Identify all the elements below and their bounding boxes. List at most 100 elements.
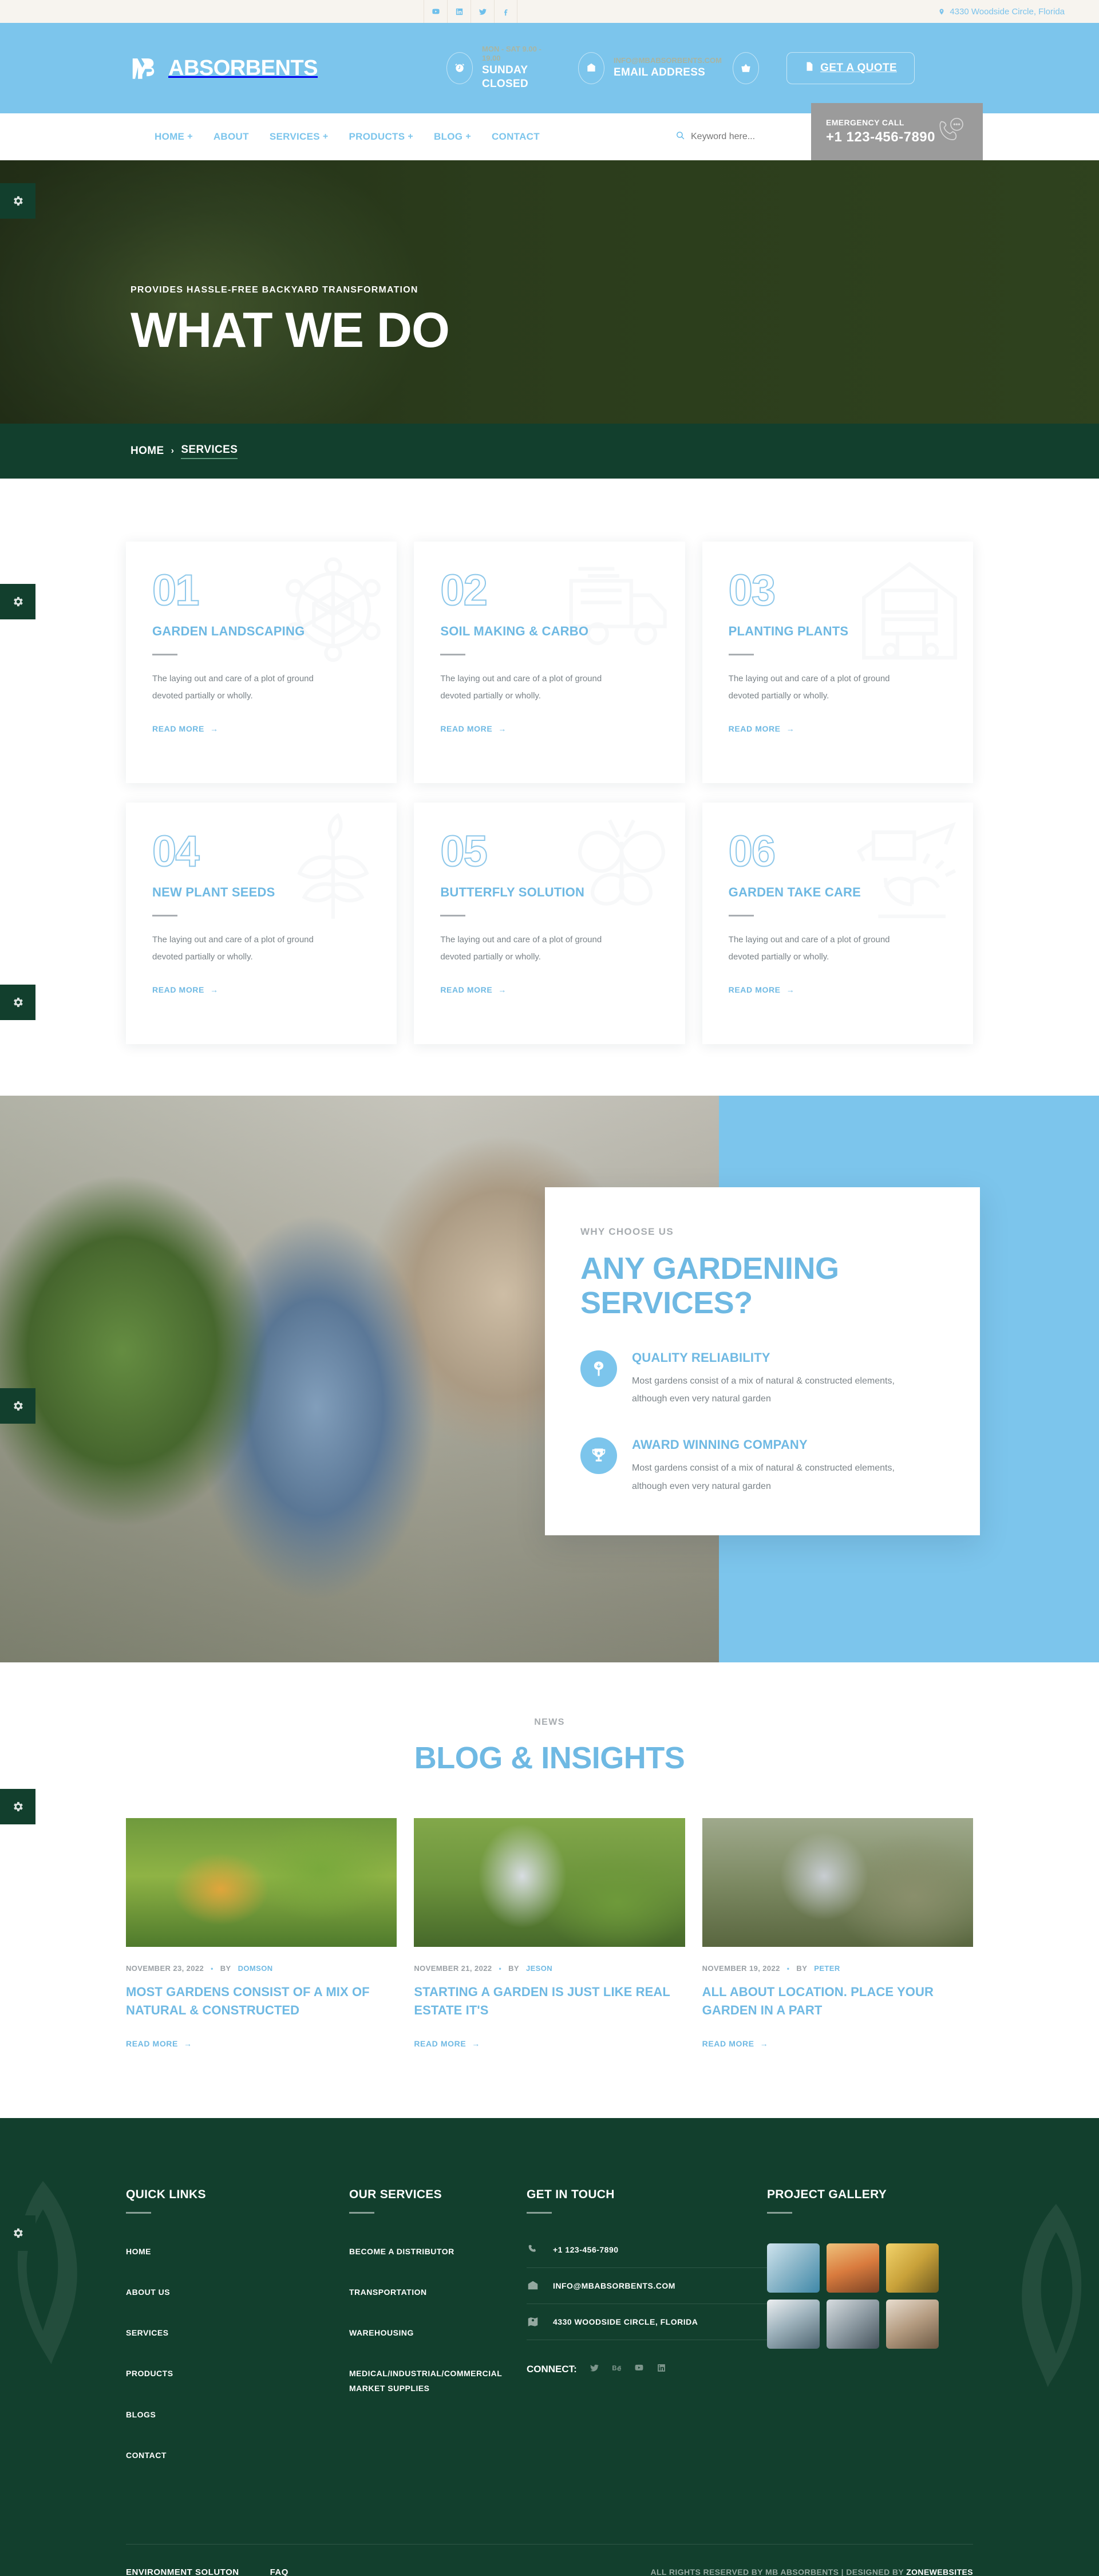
footer-bottom-link-faq[interactable]: FAQ: [270, 2567, 288, 2576]
footer-social-behance[interactable]: [612, 2363, 622, 2376]
service-card[interactable]: 03 PLANTING PLANTS The laying out and ca…: [702, 542, 973, 783]
why-choose-card: WHY CHOOSE US ANY GARDENING SERVICES? QU…: [545, 1187, 980, 1535]
nav-item-contact[interactable]: CONTACT: [492, 131, 540, 143]
social-facebook[interactable]: [494, 0, 517, 23]
get-a-quote-button[interactable]: GET A QUOTE: [786, 52, 915, 84]
footer-service-become-a-distributor[interactable]: BECOME A DISTRIBUTOR: [349, 2245, 527, 2259]
section-settings-button[interactable]: [0, 1789, 35, 1824]
service-card[interactable]: 04 NEW PLANT SEEDS The laying out and ca…: [126, 803, 397, 1044]
email-address-value: INFO@MBABSORBENTS.COM: [614, 56, 722, 65]
read-more-label: READ MORE: [728, 724, 781, 734]
logo-text: ABSORBENTS: [168, 56, 318, 80]
why-title: ANY GARDENING SERVICES?: [580, 1251, 839, 1321]
footer-social-youtube[interactable]: [634, 2363, 644, 2376]
read-more-link[interactable]: READ MORE →: [729, 985, 795, 994]
nav-item-services[interactable]: SERVICES +: [270, 131, 329, 143]
section-settings-button[interactable]: [0, 584, 35, 619]
read-more-link[interactable]: READ MORE →: [126, 2039, 192, 2048]
gallery-thumb[interactable]: [827, 2243, 879, 2293]
section-settings-button[interactable]: [0, 183, 35, 219]
section-settings-button[interactable]: [0, 2215, 35, 2251]
blog-author[interactable]: PETER: [814, 1964, 840, 1973]
read-more-link[interactable]: READ MORE →: [702, 2039, 769, 2048]
footer-link-home[interactable]: HOME: [126, 2245, 349, 2259]
footer-social-linkedin[interactable]: [657, 2363, 666, 2376]
blog-card[interactable]: NOVEMBER 23, 2022 • BY DOMSON MOST GARDE…: [126, 1818, 397, 2049]
gallery-thumb[interactable]: [767, 2243, 820, 2293]
get-a-quote-label: GET A QUOTE: [820, 62, 898, 74]
footer-link-blogs[interactable]: BLOGS: [126, 2408, 349, 2422]
logo[interactable]: ABSORBENTS: [131, 55, 318, 81]
blog-title[interactable]: MOST GARDENS CONSIST OF A MIX OF NATURAL…: [126, 1983, 397, 2020]
footer-service-market-supplies[interactable]: MEDICAL/INDUSTRIAL/COMMERCIAL MARKET SUP…: [349, 2366, 527, 2395]
blog-title[interactable]: ALL ABOUT LOCATION. PLACE YOUR GARDEN IN…: [702, 1983, 973, 2020]
service-title: BUTTERFLY SOLUTION: [440, 885, 585, 900]
section-settings-button[interactable]: [0, 985, 35, 1020]
breadcrumb-home[interactable]: HOME: [131, 445, 164, 457]
read-more-label: READ MORE: [440, 724, 493, 734]
gear-icon: [14, 2228, 23, 2238]
footer-service-warehousing[interactable]: WAREHOUSING: [349, 2326, 527, 2340]
footer-service-transportation[interactable]: TRANSPORTATION: [349, 2285, 527, 2300]
gallery-thumb[interactable]: [767, 2299, 820, 2349]
blog-title[interactable]: STARTING A GARDEN IS JUST LIKE REAL ESTA…: [414, 1983, 685, 2020]
topbar-address: 4330 Woodside Circle, Florida: [938, 0, 1065, 23]
social-youtube[interactable]: [424, 0, 447, 23]
nav-item-products[interactable]: PRODUCTS +: [349, 131, 413, 143]
blog-author[interactable]: JESON: [526, 1964, 552, 1973]
read-more-link[interactable]: READ MORE →: [440, 985, 507, 994]
section-settings-button[interactable]: [0, 1388, 35, 1424]
footer-social-twitter[interactable]: [590, 2363, 599, 2376]
nav-item-blog[interactable]: BLOG +: [434, 131, 471, 143]
blog-card[interactable]: NOVEMBER 19, 2022 • BY PETER ALL ABOUT L…: [702, 1818, 973, 2049]
footer-email-row[interactable]: INFO@MBABSORBENTS.COM: [527, 2268, 767, 2304]
divider: [440, 654, 466, 656]
blog-meta: NOVEMBER 19, 2022 • BY PETER: [702, 1964, 973, 1973]
header-cart[interactable]: [733, 52, 760, 84]
read-more-link[interactable]: READ MORE →: [729, 724, 795, 733]
why-choose-us-section: WHY CHOOSE US ANY GARDENING SERVICES? QU…: [0, 1096, 1099, 1662]
footer-link-about-us[interactable]: ABOUT US: [126, 2285, 349, 2300]
footer-heading: GET IN TOUCH: [527, 2187, 615, 2201]
location-pin-icon: [939, 9, 944, 14]
service-description: The laying out and care of a plot of gro…: [440, 674, 602, 701]
service-description: The laying out and care of a plot of gro…: [152, 935, 314, 962]
map-pin-icon: [528, 2317, 538, 2326]
read-more-label: READ MORE: [126, 2038, 178, 2048]
service-card[interactable]: 02 SOIL MAKING & CARBO The laying out an…: [414, 542, 685, 783]
footer-link-contact[interactable]: CONTACT: [126, 2448, 349, 2463]
read-more-link[interactable]: READ MORE →: [152, 724, 219, 733]
service-card[interactable]: 01 GARDEN LANDSCAPING The laying out and…: [126, 542, 397, 783]
divider: [728, 915, 754, 917]
logo-mark-icon: [131, 55, 165, 81]
blog-author[interactable]: DOMSON: [238, 1964, 273, 1973]
gallery-thumb[interactable]: [886, 2299, 939, 2349]
footer-bottom-link-environment[interactable]: ENVIRONMENT SOLUTON: [126, 2567, 239, 2576]
top-bar: 4330 Woodside Circle, Florida: [0, 0, 1099, 23]
blog-by-label: BY: [508, 1964, 519, 1973]
search-input[interactable]: [691, 132, 817, 142]
service-card[interactable]: 05 BUTTERFLY SOLUTION The laying out and…: [414, 803, 685, 1044]
social-twitter[interactable]: [471, 0, 494, 23]
footer-address-row[interactable]: 4330 WOODSIDE CIRCLE, FLORIDA: [527, 2304, 767, 2340]
read-more-link[interactable]: READ MORE →: [440, 724, 507, 733]
nav-item-about[interactable]: ABOUT: [214, 131, 249, 143]
nav-item-home[interactable]: HOME +: [155, 131, 193, 143]
blog-heading: BLOG & INSIGHTS: [414, 1741, 685, 1775]
gallery-thumb[interactable]: [827, 2299, 879, 2349]
service-card[interactable]: 06 GARDEN TAKE CARE The laying out and c…: [702, 803, 973, 1044]
footer-link-products[interactable]: PRODUCTS: [126, 2366, 349, 2381]
social-linkedin[interactable]: [447, 0, 471, 23]
blog-by-label: BY: [796, 1964, 808, 1973]
blog-card[interactable]: NOVEMBER 21, 2022 • BY JESON STARTING A …: [414, 1818, 685, 2049]
read-more-link[interactable]: READ MORE →: [152, 985, 219, 994]
read-more-link[interactable]: READ MORE →: [414, 2039, 480, 2048]
footer-phone-row[interactable]: +1 123-456-7890: [527, 2240, 767, 2268]
emergency-call-box[interactable]: EMERGENCY CALL +1 123-456-7890: [811, 103, 983, 160]
footer-link-services[interactable]: SERVICES: [126, 2326, 349, 2340]
header-email[interactable]: INFO@MBABSORBENTS.COM EMAIL ADDRESS: [578, 52, 722, 84]
connect-label: CONNECT:: [527, 2363, 577, 2374]
gallery-thumb[interactable]: [886, 2243, 939, 2293]
clock-icon: [446, 52, 473, 84]
nav-search[interactable]: [675, 113, 817, 160]
